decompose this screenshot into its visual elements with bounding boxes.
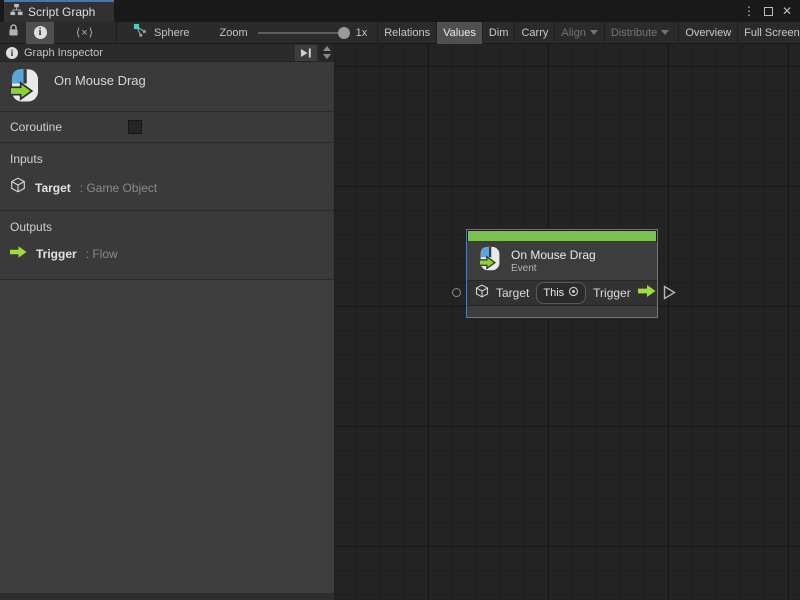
output-port-connector[interactable]: [663, 285, 676, 305]
dock-panel-button[interactable]: [295, 45, 317, 61]
script-graph-window: Script Graph ⋮ ✕ i ⟨×⟩: [0, 0, 800, 600]
window-menu-icon[interactable]: ⋮: [743, 5, 755, 17]
overview-button[interactable]: Overview: [678, 22, 737, 44]
dim-button[interactable]: Dim: [482, 22, 515, 44]
maximize-icon[interactable]: [764, 7, 773, 16]
target-value-chip[interactable]: This: [536, 282, 586, 304]
cube-icon: [10, 177, 26, 198]
close-icon[interactable]: ✕: [782, 5, 792, 17]
node-body[interactable]: On Mouse Drag Event Target: [466, 229, 658, 318]
node-footer: [467, 306, 657, 317]
flow-arrow-icon: [638, 284, 656, 302]
outputs-section: Outputs Trigger : Flow: [0, 211, 334, 280]
arrow-up-icon: [323, 46, 331, 51]
graph-breadcrumb[interactable]: Sphere: [133, 23, 189, 43]
toolbar-buttons: Relations Values Dim Carry Align Distrib…: [377, 22, 800, 44]
toolbar-separator: [116, 22, 117, 44]
panel-scroll-arrows[interactable]: [319, 44, 334, 62]
inspector-toggle-button[interactable]: i: [26, 22, 54, 44]
inspector-title: Graph Inspector: [24, 47, 103, 59]
inspector-header: i Graph Inspector: [0, 44, 334, 62]
input-port-type: : Game Object: [80, 181, 157, 195]
lock-icon: [7, 23, 20, 42]
coroutine-label: Coroutine: [10, 120, 128, 134]
chevron-down-icon: [590, 30, 598, 35]
graph-canvas[interactable]: On Mouse Drag Event Target: [335, 44, 800, 600]
coroutine-row: Coroutine: [0, 112, 334, 143]
inputs-section: Inputs Target : Game Object: [0, 143, 334, 211]
code-icon: ⟨×⟩: [76, 26, 94, 39]
values-button[interactable]: Values: [436, 22, 482, 44]
inputs-heading: Inputs: [10, 152, 324, 166]
node-on-mouse-drag[interactable]: On Mouse Drag Event Target: [466, 229, 658, 318]
graph-icon: [133, 23, 148, 43]
node-title: On Mouse Drag: [511, 248, 596, 263]
info-icon: i: [6, 47, 18, 59]
output-port-name: Trigger: [36, 247, 77, 261]
node-subtitle: Event: [511, 263, 596, 275]
sitemap-icon: [10, 3, 23, 21]
output-port-row: Trigger : Flow: [10, 245, 324, 263]
fullscreen-button[interactable]: Full Screen: [737, 22, 800, 44]
target-port-label: Target: [496, 286, 529, 300]
lock-button[interactable]: [0, 22, 26, 44]
mouse-event-icon: [479, 246, 501, 277]
zoom-slider-handle[interactable]: [338, 27, 350, 39]
unit-title: On Mouse Drag: [54, 73, 146, 88]
tab-label: Script Graph: [28, 5, 95, 19]
chevron-down-icon: [661, 30, 669, 35]
graph-toolbar: i ⟨×⟩ Sphere Zoom 1x Relations: [0, 22, 800, 44]
carry-button[interactable]: Carry: [514, 22, 554, 44]
node-header[interactable]: On Mouse Drag Event: [467, 242, 657, 280]
input-port-row: Target : Game Object: [10, 177, 324, 198]
output-port-type: : Flow: [86, 247, 118, 261]
tab-script-graph[interactable]: Script Graph: [4, 0, 114, 22]
distribute-dropdown[interactable]: Distribute: [604, 22, 675, 44]
arrow-down-icon: [323, 54, 331, 59]
graph-context-label: Sphere: [154, 27, 189, 39]
trigger-port-label: Trigger: [593, 286, 631, 300]
zoom-label: Zoom: [219, 27, 247, 39]
graph-inspector-panel: i Graph Inspector: [0, 44, 335, 600]
outputs-heading: Outputs: [10, 220, 324, 234]
object-picker-icon[interactable]: [568, 284, 579, 302]
info-icon: i: [34, 26, 47, 39]
flow-arrow-icon: [10, 245, 27, 263]
cube-icon: [475, 284, 489, 303]
main-area: i Graph Inspector: [0, 44, 800, 600]
node-accent-bar: [468, 231, 656, 241]
coroutine-checkbox[interactable]: [128, 120, 142, 134]
dock-icon: [299, 47, 313, 59]
zoom-value: 1x: [356, 27, 368, 39]
zoom-slider[interactable]: [258, 27, 348, 39]
unit-title-section: On Mouse Drag: [0, 62, 334, 112]
inspector-empty-area: [0, 280, 334, 593]
align-dropdown[interactable]: Align: [554, 22, 603, 44]
code-view-button[interactable]: ⟨×⟩: [54, 22, 116, 44]
mouse-event-icon: [10, 68, 40, 109]
input-port-name: Target: [35, 181, 71, 195]
input-port-connector[interactable]: [452, 288, 461, 297]
tab-bar: Script Graph ⋮ ✕: [0, 0, 800, 22]
node-ports-row: Target This Trigger: [467, 280, 657, 306]
window-controls: ⋮ ✕: [743, 0, 800, 22]
relations-button[interactable]: Relations: [377, 22, 436, 44]
zoom-slider-track: [258, 32, 348, 34]
inspector-bottom-edge: [0, 593, 334, 600]
